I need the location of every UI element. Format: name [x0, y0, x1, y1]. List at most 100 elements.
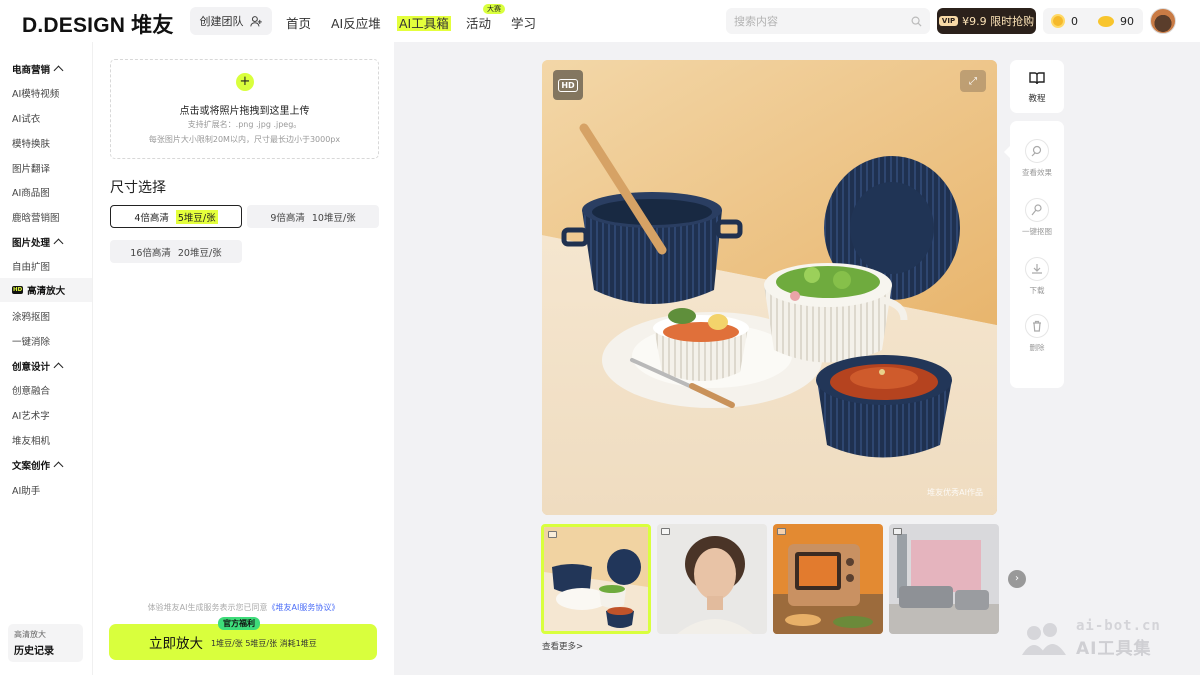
- sidebar-item-free-expand[interactable]: 自由扩图: [12, 259, 50, 273]
- sidebar-item-one-click-erase[interactable]: 一键消除: [12, 334, 50, 348]
- section-image-processing[interactable]: 图片处理: [12, 235, 64, 249]
- size-section-title: 尺寸选择: [110, 180, 166, 196]
- thumbnail-tableware-image: [544, 527, 648, 631]
- expand-icon[interactable]: ⤢: [960, 70, 986, 92]
- chevron-right-icon[interactable]: ›: [1008, 570, 1026, 588]
- section-ecommerce[interactable]: 电商营销: [12, 62, 64, 76]
- search-box[interactable]: [726, 8, 930, 34]
- preview-tools: 教程 查看效果 一键抠图 下载 删除: [1004, 60, 1064, 388]
- chevron-up-icon: [53, 461, 64, 472]
- thumbnail-tableware[interactable]: [541, 524, 651, 634]
- tool-sidebar: 电商营销 AI模特视频 AI试衣 模特换肤 图片翻译 AI商品图 鹿晗营销图 图…: [0, 42, 93, 675]
- thumbnail-badge-icon: [548, 531, 557, 538]
- coin-count: 0: [1071, 14, 1078, 28]
- official-benefit-badge: 官方福利: [218, 617, 260, 630]
- thumbnail-living-room[interactable]: [889, 524, 999, 634]
- sidebar-item-model-skin[interactable]: 模特换肤: [12, 136, 50, 150]
- sidebar-item-ai-product[interactable]: AI商品图: [12, 185, 50, 199]
- size-option-4x[interactable]: 4倍高清 5堆豆/张: [110, 205, 242, 228]
- upload-dropzone[interactable]: + 点击或将照片拖拽到这里上传 支持扩展名：.png .jpg .jpeg。 每…: [110, 59, 379, 159]
- sidebar-item-hd-upscale[interactable]: HD 高清放大: [0, 278, 92, 302]
- history-button[interactable]: 高清放大 历史记录: [8, 624, 83, 662]
- image-watermark: 堆友优秀AI作品: [927, 488, 983, 497]
- plus-icon: +: [236, 73, 254, 91]
- tableware-photo: [542, 60, 997, 515]
- history-label: 历史记录: [14, 646, 54, 657]
- create-team-label: 创建团队: [199, 15, 244, 28]
- sidebar-item-ai-model-video[interactable]: AI模特视频: [12, 86, 59, 100]
- balance-box[interactable]: 0 90: [1043, 8, 1143, 34]
- section-ecommerce-title: 电商营销: [12, 65, 51, 76]
- magnifier-icon: [1031, 145, 1042, 157]
- hd-badge-label: HD: [558, 78, 578, 92]
- sidebar-item-marketing-image[interactable]: 鹿晗营销图: [12, 210, 60, 224]
- vip-promo-button[interactable]: VIP ¥9.9 限时抢购: [937, 8, 1036, 34]
- size-option-16x[interactable]: 16倍高清 20堆豆/张: [110, 240, 242, 263]
- trash-icon: [1033, 320, 1041, 332]
- cutout-icon: [1031, 204, 1042, 216]
- chevron-up-icon: [53, 362, 64, 373]
- view-effect-label: 查看效果: [1022, 168, 1052, 177]
- corner-watermark: ai-bot.cn AI工具集: [1020, 618, 1161, 659]
- hd-icon: HD: [12, 286, 24, 294]
- sidebar-item-hd-upscale-label: 高清放大: [27, 286, 66, 297]
- size-option-name: 4倍高清: [134, 212, 169, 224]
- agreement-link[interactable]: 《堆友AI服务协议》: [268, 603, 340, 612]
- history-tool-name: 高清放大: [14, 630, 46, 639]
- add-user-icon: [249, 15, 262, 26]
- thumbnail-badge-icon: [777, 528, 786, 535]
- agreement-text: 体验堆友AI生成服务表示您已同意: [147, 603, 268, 612]
- vip-label: ¥9.9 限时抢购: [962, 15, 1035, 28]
- coin-icon: [1051, 14, 1065, 28]
- search-input[interactable]: [734, 14, 894, 28]
- section-creative-design[interactable]: 创意设计: [12, 359, 64, 373]
- tutorial-button[interactable]: 教程: [1010, 60, 1064, 113]
- size-option-9x[interactable]: 9倍高清 10堆豆/张: [247, 205, 379, 228]
- nav-learn[interactable]: 学习: [511, 13, 536, 32]
- upscale-now-button[interactable]: 官方福利 立即放大 1堆豆/张 5堆豆/张 消耗1堆豆: [109, 617, 377, 660]
- chevron-up-icon: [53, 238, 64, 249]
- sidebar-item-doodle-cutout[interactable]: 涂鸦抠图: [12, 309, 50, 323]
- one-click-cutout-button[interactable]: 一键抠图: [1010, 198, 1064, 237]
- nav-activity[interactable]: 活动: [466, 13, 491, 32]
- contest-badge: 大赛: [483, 4, 505, 14]
- upscale-cost: 1堆豆/张 5堆豆/张 消耗1堆豆: [211, 639, 317, 648]
- bean-icon: [1098, 15, 1114, 27]
- download-button[interactable]: 下载: [1010, 257, 1064, 296]
- watermark-logo-icon: [1022, 622, 1066, 655]
- view-effect-button[interactable]: 查看效果: [1010, 139, 1064, 178]
- watermark-title: AI工具集: [1076, 639, 1152, 659]
- thumbnail-portrait[interactable]: [657, 524, 767, 634]
- size-option-price: 20堆豆/张: [177, 247, 222, 259]
- chevron-up-icon: [53, 65, 64, 76]
- sidebar-item-camera[interactable]: 堆友相机: [12, 433, 50, 447]
- site-logo[interactable]: D.DESIGN 堆友: [22, 9, 174, 39]
- section-copywriting[interactable]: 文案创作: [12, 458, 64, 472]
- one-click-cutout-label: 一键抠图: [1022, 227, 1052, 236]
- nav-ai-reactor[interactable]: AI反应堆: [331, 13, 381, 32]
- preview-image[interactable]: HD ⤢ 堆友优秀AI作品: [542, 60, 997, 515]
- create-team-button[interactable]: 创建团队: [190, 7, 272, 35]
- thumbnail-oven[interactable]: [773, 524, 883, 634]
- hd-badge: HD: [553, 70, 583, 100]
- search-icon[interactable]: [911, 16, 922, 27]
- nav-ai-toolbox[interactable]: AI工具箱: [397, 13, 451, 32]
- delete-button[interactable]: 删除: [1010, 314, 1064, 353]
- service-agreement: 体验堆友AI生成服务表示您已同意《堆友AI服务协议》: [93, 602, 394, 613]
- tutorial-label: 教程: [1028, 94, 1046, 104]
- size-option-name: 9倍高清: [270, 212, 305, 224]
- upload-instruction: 点击或将照片拖拽到这里上传: [179, 106, 310, 117]
- delete-label: 删除: [1029, 343, 1045, 352]
- user-avatar[interactable]: [1150, 8, 1176, 34]
- sidebar-item-ai-art-text[interactable]: AI艺术字: [12, 408, 50, 422]
- sidebar-item-image-translate[interactable]: 图片翻译: [12, 161, 50, 175]
- view-more-link[interactable]: 查看更多>: [542, 640, 583, 652]
- sidebar-item-ai-tryon[interactable]: AI试衣: [12, 111, 40, 125]
- sidebar-item-creative-fusion[interactable]: 创意融合: [12, 383, 50, 397]
- nav-home[interactable]: 首页: [286, 13, 311, 32]
- sidebar-item-ai-assistant[interactable]: AI助手: [12, 483, 40, 497]
- bean-count: 90: [1120, 14, 1134, 28]
- thumbnail-portrait-image: [657, 524, 767, 634]
- section-image-processing-title: 图片处理: [12, 238, 51, 249]
- upload-extensions: 支持扩展名：.png .jpg .jpeg。: [187, 120, 302, 129]
